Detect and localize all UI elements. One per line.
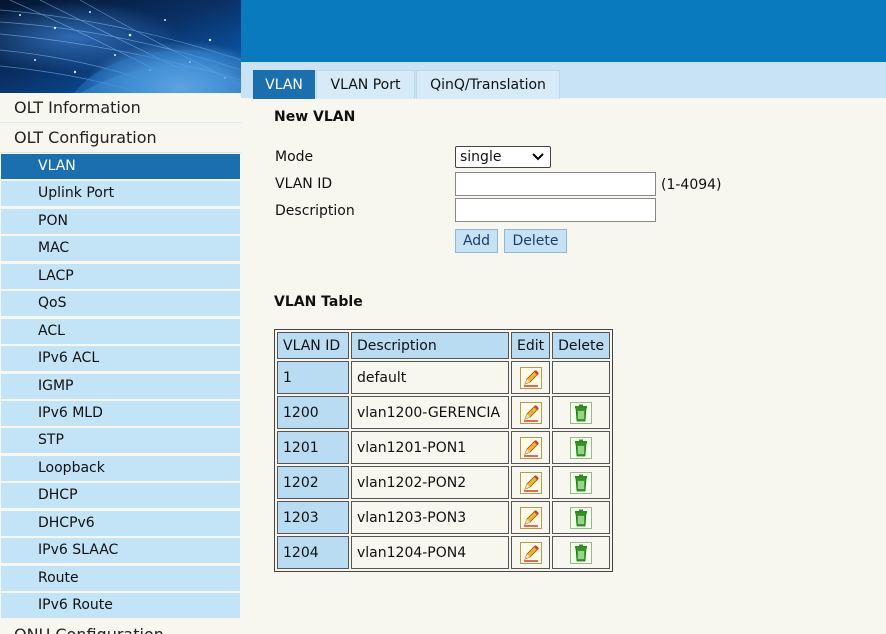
trash-icon[interactable] xyxy=(570,506,593,529)
sidebar-item-dhcp[interactable]: DHCP xyxy=(1,483,240,509)
vlan-id-input[interactable] xyxy=(455,172,656,196)
pencil-icon[interactable] xyxy=(519,541,542,564)
add-button[interactable]: Add xyxy=(455,229,498,253)
sidebar-item-ipv6-route[interactable]: IPv6 Route xyxy=(1,593,240,618)
table-row: 1202 vlan1202-PON2 xyxy=(277,466,611,499)
edit-cell xyxy=(511,466,551,499)
edit-cell xyxy=(511,396,551,429)
edit-cell xyxy=(511,431,551,464)
sidebar-item-mac[interactable]: MAC xyxy=(1,236,240,262)
vlan-id-cell: 1203 xyxy=(277,501,349,534)
edit-cell xyxy=(511,361,551,394)
sidebar-item-qos[interactable]: QoS xyxy=(1,291,240,317)
description-cell: vlan1203-PON3 xyxy=(351,501,509,534)
sidebar-item-uplink-port[interactable]: Uplink Port xyxy=(1,181,240,207)
table-row: 1204 vlan1204-PON4 xyxy=(277,536,611,569)
edit-cell xyxy=(511,501,551,534)
delete-cell xyxy=(552,466,611,499)
description-input[interactable] xyxy=(455,198,656,222)
sidebar: OLT Information OLT Configuration VLAN U… xyxy=(0,93,241,634)
col-header-delete: Delete xyxy=(552,332,611,359)
vlan-id-cell: 1200 xyxy=(277,396,349,429)
col-header-vlan-id: VLAN ID xyxy=(277,332,349,359)
description-cell: default xyxy=(351,361,509,394)
sidebar-section-olt-configuration[interactable]: OLT Configuration xyxy=(0,123,241,153)
sidebar-item-loopback[interactable]: Loopback xyxy=(1,455,240,481)
description-cell: vlan1200-GERENCIA xyxy=(351,396,509,429)
delete-cell xyxy=(552,396,611,429)
delete-cell xyxy=(552,536,611,569)
table-row: 1203 vlan1203-PON3 xyxy=(277,501,611,534)
pencil-icon[interactable] xyxy=(519,471,542,494)
description-label: Description xyxy=(275,203,355,219)
vlan-table-title: VLAN Table xyxy=(274,294,363,310)
description-cell: vlan1202-PON2 xyxy=(351,466,509,499)
sidebar-item-acl[interactable]: ACL xyxy=(1,318,240,344)
pencil-icon[interactable] xyxy=(519,366,542,389)
delete-button[interactable]: Delete xyxy=(504,229,567,253)
delete-cell xyxy=(552,361,611,394)
sidebar-item-route[interactable]: Route xyxy=(1,565,240,591)
sidebar-item-ipv6-acl[interactable]: IPv6 ACL xyxy=(1,346,240,372)
chevron-down-icon xyxy=(532,147,544,174)
trash-icon[interactable] xyxy=(570,401,593,424)
trash-icon[interactable] xyxy=(570,471,593,494)
sidebar-item-ipv6-mld[interactable]: IPv6 MLD xyxy=(1,400,240,426)
col-header-description: Description xyxy=(351,332,509,359)
tab-qinq-translation[interactable]: QinQ/Translation xyxy=(416,70,560,99)
vlan-id-range-hint: (1-4094) xyxy=(661,177,722,193)
vlan-id-cell: 1204 xyxy=(277,536,349,569)
pencil-icon[interactable] xyxy=(519,506,542,529)
tab-strip: VLAN VLAN Port QinQ/Translation xyxy=(241,62,886,99)
description-cell: vlan1201-PON1 xyxy=(351,431,509,464)
tab-vlan[interactable]: VLAN xyxy=(253,70,315,99)
vlan-id-cell: 1202 xyxy=(277,466,349,499)
mode-select-value: single xyxy=(460,149,502,165)
sidebar-section-olt-information[interactable]: OLT Information xyxy=(0,93,241,123)
pencil-icon[interactable] xyxy=(519,436,542,459)
table-row: 1 default xyxy=(277,361,611,394)
edit-cell xyxy=(511,536,551,569)
sidebar-item-lacp[interactable]: LACP xyxy=(1,263,240,289)
col-header-edit: Edit xyxy=(511,332,551,359)
table-row: 1201 vlan1201-PON1 xyxy=(277,431,611,464)
banner-image xyxy=(0,0,241,93)
trash-icon[interactable] xyxy=(570,541,593,564)
mode-select[interactable]: single xyxy=(455,146,551,168)
sidebar-item-vlan[interactable]: VLAN xyxy=(1,154,240,179)
delete-cell xyxy=(552,431,611,464)
new-vlan-title: New VLAN xyxy=(274,109,356,125)
vlan-table: VLAN ID Description Edit Delete 1 defaul… xyxy=(274,329,614,572)
description-cell: vlan1204-PON4 xyxy=(351,536,509,569)
sidebar-item-ipv6-slaac[interactable]: IPv6 SLAAC xyxy=(1,538,240,564)
vlan-id-cell: 1 xyxy=(277,361,349,394)
mode-label: Mode xyxy=(275,149,314,165)
vlan-id-cell: 1201 xyxy=(277,431,349,464)
vlan-id-label: VLAN ID xyxy=(275,176,333,192)
pencil-icon[interactable] xyxy=(519,401,542,424)
sidebar-item-igmp[interactable]: IGMP xyxy=(1,373,240,399)
sidebar-item-dhcpv6[interactable]: DHCPv6 xyxy=(1,510,240,536)
tab-vlan-port[interactable]: VLAN Port xyxy=(316,70,415,99)
sidebar-item-stp[interactable]: STP xyxy=(1,428,240,454)
sidebar-section-onu-configuration[interactable]: ONU Configuration xyxy=(0,620,241,634)
sidebar-item-pon[interactable]: PON xyxy=(1,208,240,234)
trash-icon[interactable] xyxy=(570,436,593,459)
header-bar xyxy=(241,0,886,62)
main-content: New VLAN Mode single VLAN ID (1-4094) De… xyxy=(241,98,886,634)
delete-cell xyxy=(552,501,611,534)
table-row: 1200 vlan1200-GERENCIA xyxy=(277,396,611,429)
